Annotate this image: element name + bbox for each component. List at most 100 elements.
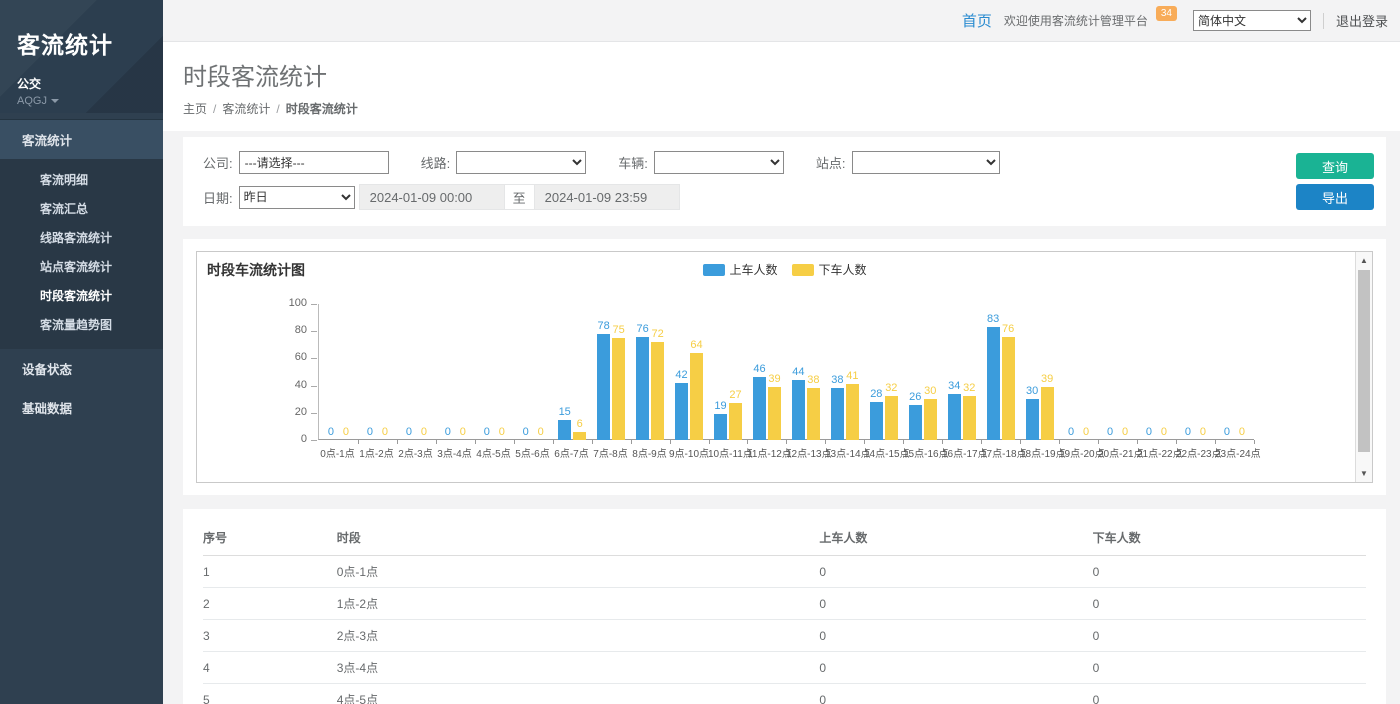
sidebar-item-2[interactable]: 客流汇总 [0,194,163,223]
bar[interactable] [792,380,805,440]
bar[interactable] [597,334,610,440]
bar[interactable] [1041,387,1054,440]
bar[interactable] [753,377,766,440]
sidebar-section-0[interactable]: 客流统计 [0,119,163,159]
bar[interactable] [558,420,571,440]
bar[interactable] [1002,337,1015,440]
bar[interactable] [714,414,727,440]
vehicle-select[interactable] [654,151,784,174]
bar-value-label: 32 [963,382,975,394]
sidebar-item-3[interactable]: 线路客流统计 [0,223,163,252]
bar[interactable] [675,383,688,440]
y-tick-mark [311,386,317,387]
bar[interactable] [729,403,742,440]
bar-group: 00 [436,304,475,440]
y-tick-mark [311,413,317,414]
table-column-header: 下车人数 [1093,519,1366,556]
legend-swatch-yellow [792,264,814,276]
sidebar-item-1[interactable]: 客流明细 [0,165,163,194]
bar-group: 00 [358,304,397,440]
bar[interactable] [870,402,883,440]
logout-link[interactable]: 退出登录 [1336,11,1388,30]
bar-group: 8376 [981,304,1020,440]
table-body: 10点-1点0021点-2点0032点-3点0043点-4点0054点-5点00… [203,556,1366,704]
bar-group: 4438 [786,304,825,440]
main-area: 首页 欢迎使用客流统计管理平台 34 简体中文 退出登录 时段客流统计 主页/客… [163,0,1400,704]
bar[interactable] [909,405,922,440]
bar[interactable] [690,353,703,440]
bar-wrap: 0 [324,304,337,440]
bar-wrap: 0 [456,304,469,440]
sidebar-item-5[interactable]: 时段客流统计 [0,281,163,310]
x-tick-label: 22点-23点 [1176,445,1215,460]
bar[interactable] [573,432,586,440]
bar-group: 00 [1059,304,1098,440]
breadcrumb-home[interactable]: 主页 [183,102,207,116]
legend-item-boarding[interactable]: 上车人数 [702,261,777,278]
table-cell: 0 [1093,620,1366,652]
date-preset-select[interactable]: 昨日 [239,186,355,209]
bar[interactable] [768,387,781,440]
date-end-input[interactable] [534,184,680,210]
bar-group: 00 [397,304,436,440]
bar-group: 156 [553,304,592,440]
legend-item-alighting[interactable]: 下车人数 [792,261,867,278]
chart-scrollbar[interactable]: ▲ ▼ [1355,252,1372,482]
bar[interactable] [846,384,859,440]
station-select[interactable] [852,151,1000,174]
bar[interactable] [885,396,898,440]
sidebar-section-7[interactable]: 设备状态 [0,349,163,388]
table-cell: 0 [1093,684,1366,704]
page-title: 时段客流统计 [183,57,1380,92]
bar[interactable] [963,396,976,440]
bar[interactable] [948,394,961,440]
table-cell: 0 [1093,588,1366,620]
bar-value-label: 78 [598,320,610,332]
language-select[interactable]: 简体中文 [1193,10,1311,31]
user-dropdown[interactable]: AQGJ [17,95,163,107]
bar[interactable] [831,388,844,440]
table-cell: 3 [203,620,337,652]
breadcrumb-section[interactable]: 客流统计 [222,102,270,116]
bar[interactable] [987,327,1000,440]
bar-wrap: 15 [558,304,571,440]
table-row[interactable]: 43点-4点00 [203,652,1366,684]
x-tick-label: 18点-19点 [1020,445,1059,460]
bar-wrap: 41 [846,304,859,440]
bar[interactable] [612,338,625,440]
query-button[interactable]: 查询 [1296,153,1374,179]
bar-value-label: 76 [636,323,648,335]
bar-value-label: 0 [421,426,427,438]
sidebar-section-8[interactable]: 基础数据 [0,388,163,427]
sidebar-item-4[interactable]: 站点客流统计 [0,252,163,281]
table-row[interactable]: 10点-1点00 [203,556,1366,588]
sidebar-item-6[interactable]: 客流量趋势图 [0,310,163,339]
bar-group: 00 [475,304,514,440]
table-row[interactable]: 54点-5点00 [203,684,1366,704]
table-cell: 0 [1093,652,1366,684]
bar-group: 4264 [670,304,709,440]
bar[interactable] [636,337,649,440]
company-select[interactable]: ---请选择--- [239,151,389,174]
line-select[interactable] [456,151,586,174]
bar[interactable] [807,388,820,440]
table-row[interactable]: 32点-3点00 [203,620,1366,652]
table-row[interactable]: 21点-2点00 [203,588,1366,620]
bar[interactable] [924,399,937,440]
date-start-input[interactable] [359,184,505,210]
sidebar-nav: 客流统计客流明细客流汇总线路客流统计站点客流统计时段客流统计客流量趋势图设备状态… [0,119,163,427]
export-button[interactable]: 导出 [1296,184,1374,210]
home-link[interactable]: 首页 [962,10,992,31]
bar[interactable] [1026,399,1039,440]
scrollbar-thumb[interactable] [1358,270,1370,452]
scroll-up-arrow[interactable]: ▲ [1356,253,1372,268]
x-tick-label: 13点-14点 [825,445,864,460]
bar[interactable] [651,342,664,440]
bar-value-label: 0 [445,426,451,438]
bar-wrap: 39 [1041,304,1054,440]
scroll-down-arrow[interactable]: ▼ [1356,466,1372,481]
bar-wrap: 0 [1181,304,1194,440]
bar-group: 4639 [747,304,786,440]
bar-wrap: 19 [714,304,727,440]
table-cell: 0 [1093,556,1366,588]
